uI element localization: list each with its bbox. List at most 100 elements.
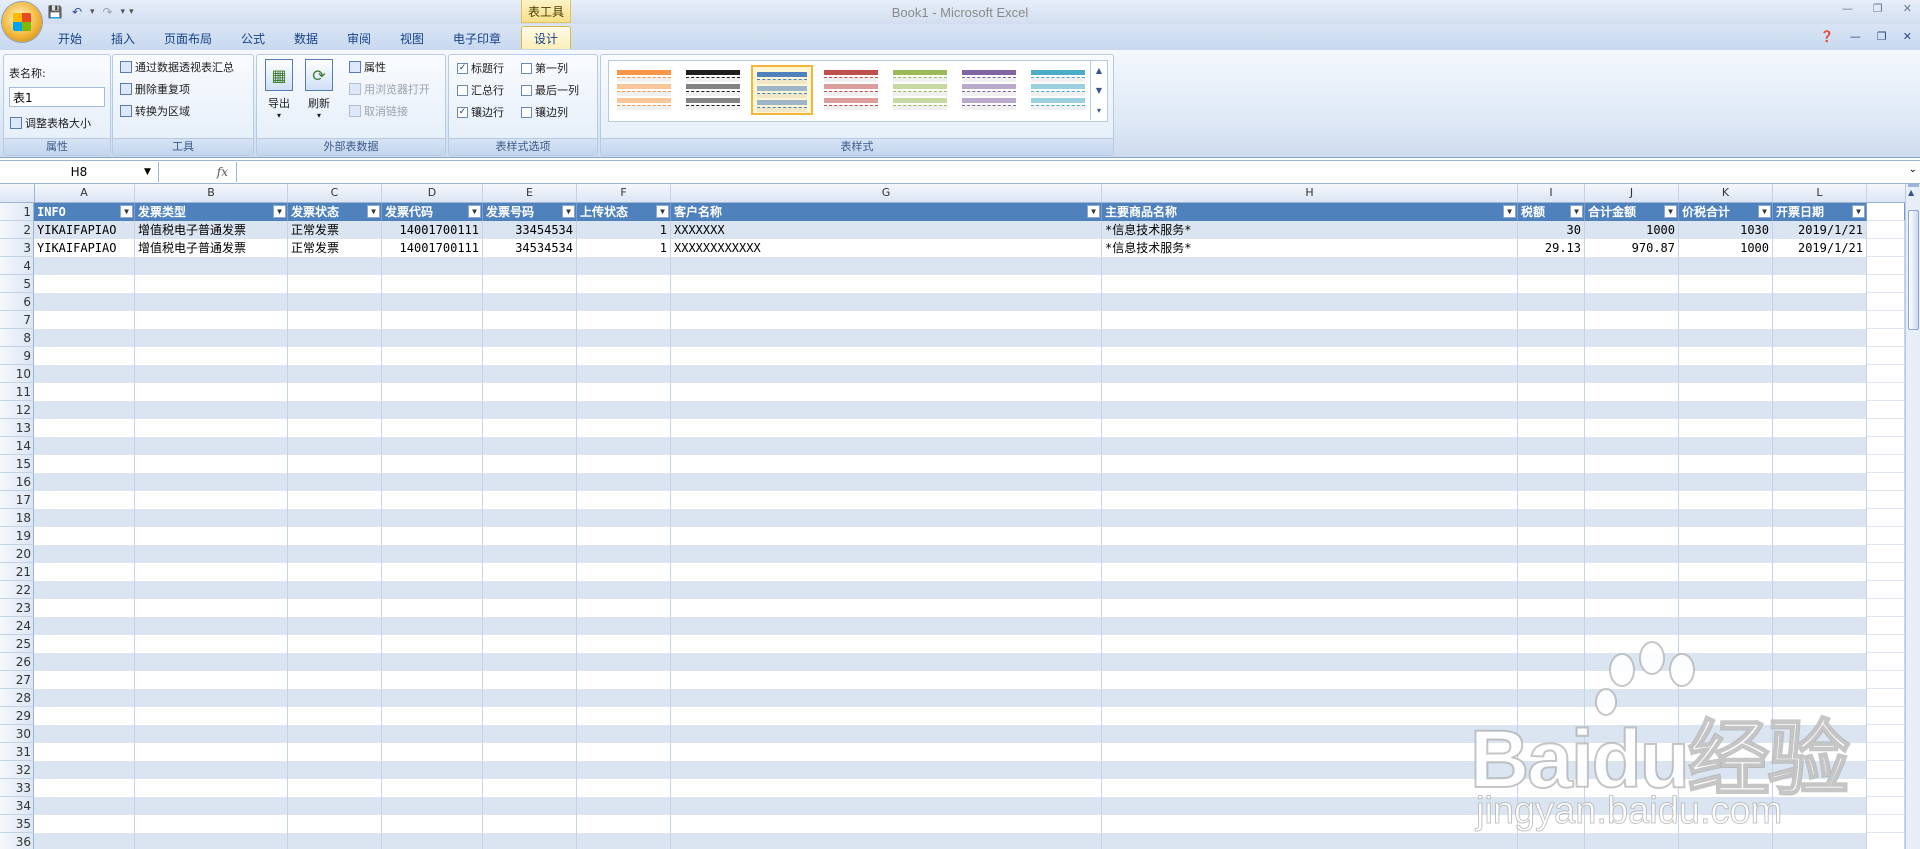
empty-cell[interactable] xyxy=(1679,527,1773,545)
empty-cell[interactable] xyxy=(1102,401,1518,419)
empty-cell[interactable] xyxy=(1679,671,1773,689)
empty-cell[interactable] xyxy=(288,545,382,563)
empty-cell[interactable] xyxy=(577,707,671,725)
empty-cell[interactable] xyxy=(1585,779,1679,797)
empty-cell[interactable] xyxy=(671,707,1102,725)
empty-cell[interactable] xyxy=(1102,671,1518,689)
empty-cell[interactable] xyxy=(1518,509,1585,527)
empty-cell[interactable] xyxy=(1585,707,1679,725)
empty-cell[interactable] xyxy=(483,725,577,743)
empty-cell[interactable] xyxy=(1585,311,1679,329)
empty-cell[interactable] xyxy=(1102,581,1518,599)
row-header[interactable]: 30 xyxy=(0,725,34,743)
data-cell[interactable]: 增值税电子普通发票 xyxy=(135,221,288,239)
empty-cell[interactable] xyxy=(483,563,577,581)
row-header[interactable]: 34 xyxy=(0,797,34,815)
empty-cell[interactable] xyxy=(288,635,382,653)
empty-cell[interactable] xyxy=(671,743,1102,761)
data-cell[interactable]: 正常发票 xyxy=(288,221,382,239)
empty-cell[interactable] xyxy=(34,761,135,779)
empty-cell[interactable] xyxy=(1518,689,1585,707)
empty-cell[interactable] xyxy=(671,545,1102,563)
empty-cell[interactable] xyxy=(1518,743,1585,761)
empty-cell[interactable] xyxy=(483,797,577,815)
empty-cell[interactable] xyxy=(135,311,288,329)
empty-cell[interactable] xyxy=(382,689,483,707)
select-all-corner[interactable] xyxy=(0,184,35,202)
empty-cell[interactable] xyxy=(483,401,577,419)
empty-cell[interactable] xyxy=(1679,455,1773,473)
row-header[interactable]: 2 xyxy=(0,221,34,239)
empty-cell[interactable] xyxy=(577,653,671,671)
empty-cell[interactable] xyxy=(34,797,135,815)
empty-cell[interactable] xyxy=(382,509,483,527)
empty-cell[interactable] xyxy=(288,833,382,849)
empty-cell[interactable] xyxy=(34,581,135,599)
data-cell[interactable]: XXXXXXXXXXXX xyxy=(671,239,1102,257)
empty-cell[interactable] xyxy=(1867,635,1905,653)
workbook-restore-icon[interactable]: ❐ xyxy=(1877,30,1887,43)
column-header[interactable]: K xyxy=(1679,184,1773,202)
header-cell[interactable]: 价税合计 ▼ xyxy=(1679,203,1773,221)
empty-cell[interactable] xyxy=(1102,419,1518,437)
empty-cell[interactable] xyxy=(1102,599,1518,617)
empty-cell[interactable] xyxy=(577,599,671,617)
empty-cell[interactable] xyxy=(135,383,288,401)
empty-cell[interactable] xyxy=(671,635,1102,653)
data-cell[interactable]: 30 xyxy=(1518,221,1585,239)
empty-cell[interactable] xyxy=(1585,329,1679,347)
empty-cell[interactable] xyxy=(1585,293,1679,311)
empty-cell[interactable] xyxy=(577,797,671,815)
empty-cell[interactable] xyxy=(577,581,671,599)
empty-cell[interactable] xyxy=(135,797,288,815)
empty-cell[interactable] xyxy=(382,293,483,311)
empty-cell[interactable] xyxy=(1679,383,1773,401)
empty-cell[interactable] xyxy=(577,365,671,383)
row-header[interactable]: 22 xyxy=(0,581,34,599)
empty-cell[interactable] xyxy=(1102,383,1518,401)
header-cell[interactable]: 税额 ▼ xyxy=(1518,203,1585,221)
empty-cell[interactable] xyxy=(288,455,382,473)
empty-cell[interactable] xyxy=(34,455,135,473)
empty-cell[interactable] xyxy=(1102,797,1518,815)
header-cell[interactable]: INFO ▼ xyxy=(34,203,135,221)
tab-formulas[interactable]: 公式 xyxy=(241,30,265,47)
empty-cell[interactable] xyxy=(288,437,382,455)
empty-cell[interactable] xyxy=(577,473,671,491)
empty-cell[interactable] xyxy=(135,473,288,491)
empty-cell[interactable] xyxy=(1773,671,1867,689)
empty-cell[interactable] xyxy=(382,617,483,635)
empty-cell[interactable] xyxy=(1102,725,1518,743)
empty-cell[interactable] xyxy=(671,509,1102,527)
row-header[interactable]: 27 xyxy=(0,671,34,689)
empty-cell[interactable] xyxy=(577,761,671,779)
empty-cell[interactable] xyxy=(1102,707,1518,725)
data-cell[interactable]: YIKAIFAPIAO xyxy=(34,239,135,257)
empty-cell[interactable] xyxy=(1585,671,1679,689)
data-cell[interactable]: 970.87 xyxy=(1585,239,1679,257)
first-column-checkbox[interactable]: 第一列 xyxy=(521,60,568,76)
empty-cell[interactable] xyxy=(483,545,577,563)
empty-cell[interactable] xyxy=(135,509,288,527)
empty-cell[interactable] xyxy=(1773,383,1867,401)
empty-cell[interactable] xyxy=(671,419,1102,437)
empty-cell[interactable] xyxy=(288,527,382,545)
empty-cell[interactable] xyxy=(1102,545,1518,563)
empty-cell[interactable] xyxy=(671,779,1102,797)
formula-expand-icon[interactable]: ⌄ xyxy=(1909,164,1917,175)
filter-dropdown-icon[interactable]: ▼ xyxy=(1852,205,1865,218)
empty-cell[interactable] xyxy=(1102,833,1518,849)
empty-cell[interactable] xyxy=(1773,401,1867,419)
empty-cell[interactable] xyxy=(1518,275,1585,293)
empty-cell[interactable] xyxy=(1585,653,1679,671)
empty-cell[interactable] xyxy=(288,329,382,347)
empty-cell[interactable] xyxy=(1518,599,1585,617)
data-cell[interactable]: 29.13 xyxy=(1518,239,1585,257)
table-style-swatch[interactable] xyxy=(889,65,951,115)
empty-cell[interactable] xyxy=(671,383,1102,401)
close-icon[interactable]: ✕ xyxy=(1903,2,1912,15)
row-header[interactable]: 12 xyxy=(0,401,34,419)
row-header[interactable]: 7 xyxy=(0,311,34,329)
column-header[interactable]: A xyxy=(34,184,135,202)
empty-cell[interactable] xyxy=(1867,275,1905,293)
